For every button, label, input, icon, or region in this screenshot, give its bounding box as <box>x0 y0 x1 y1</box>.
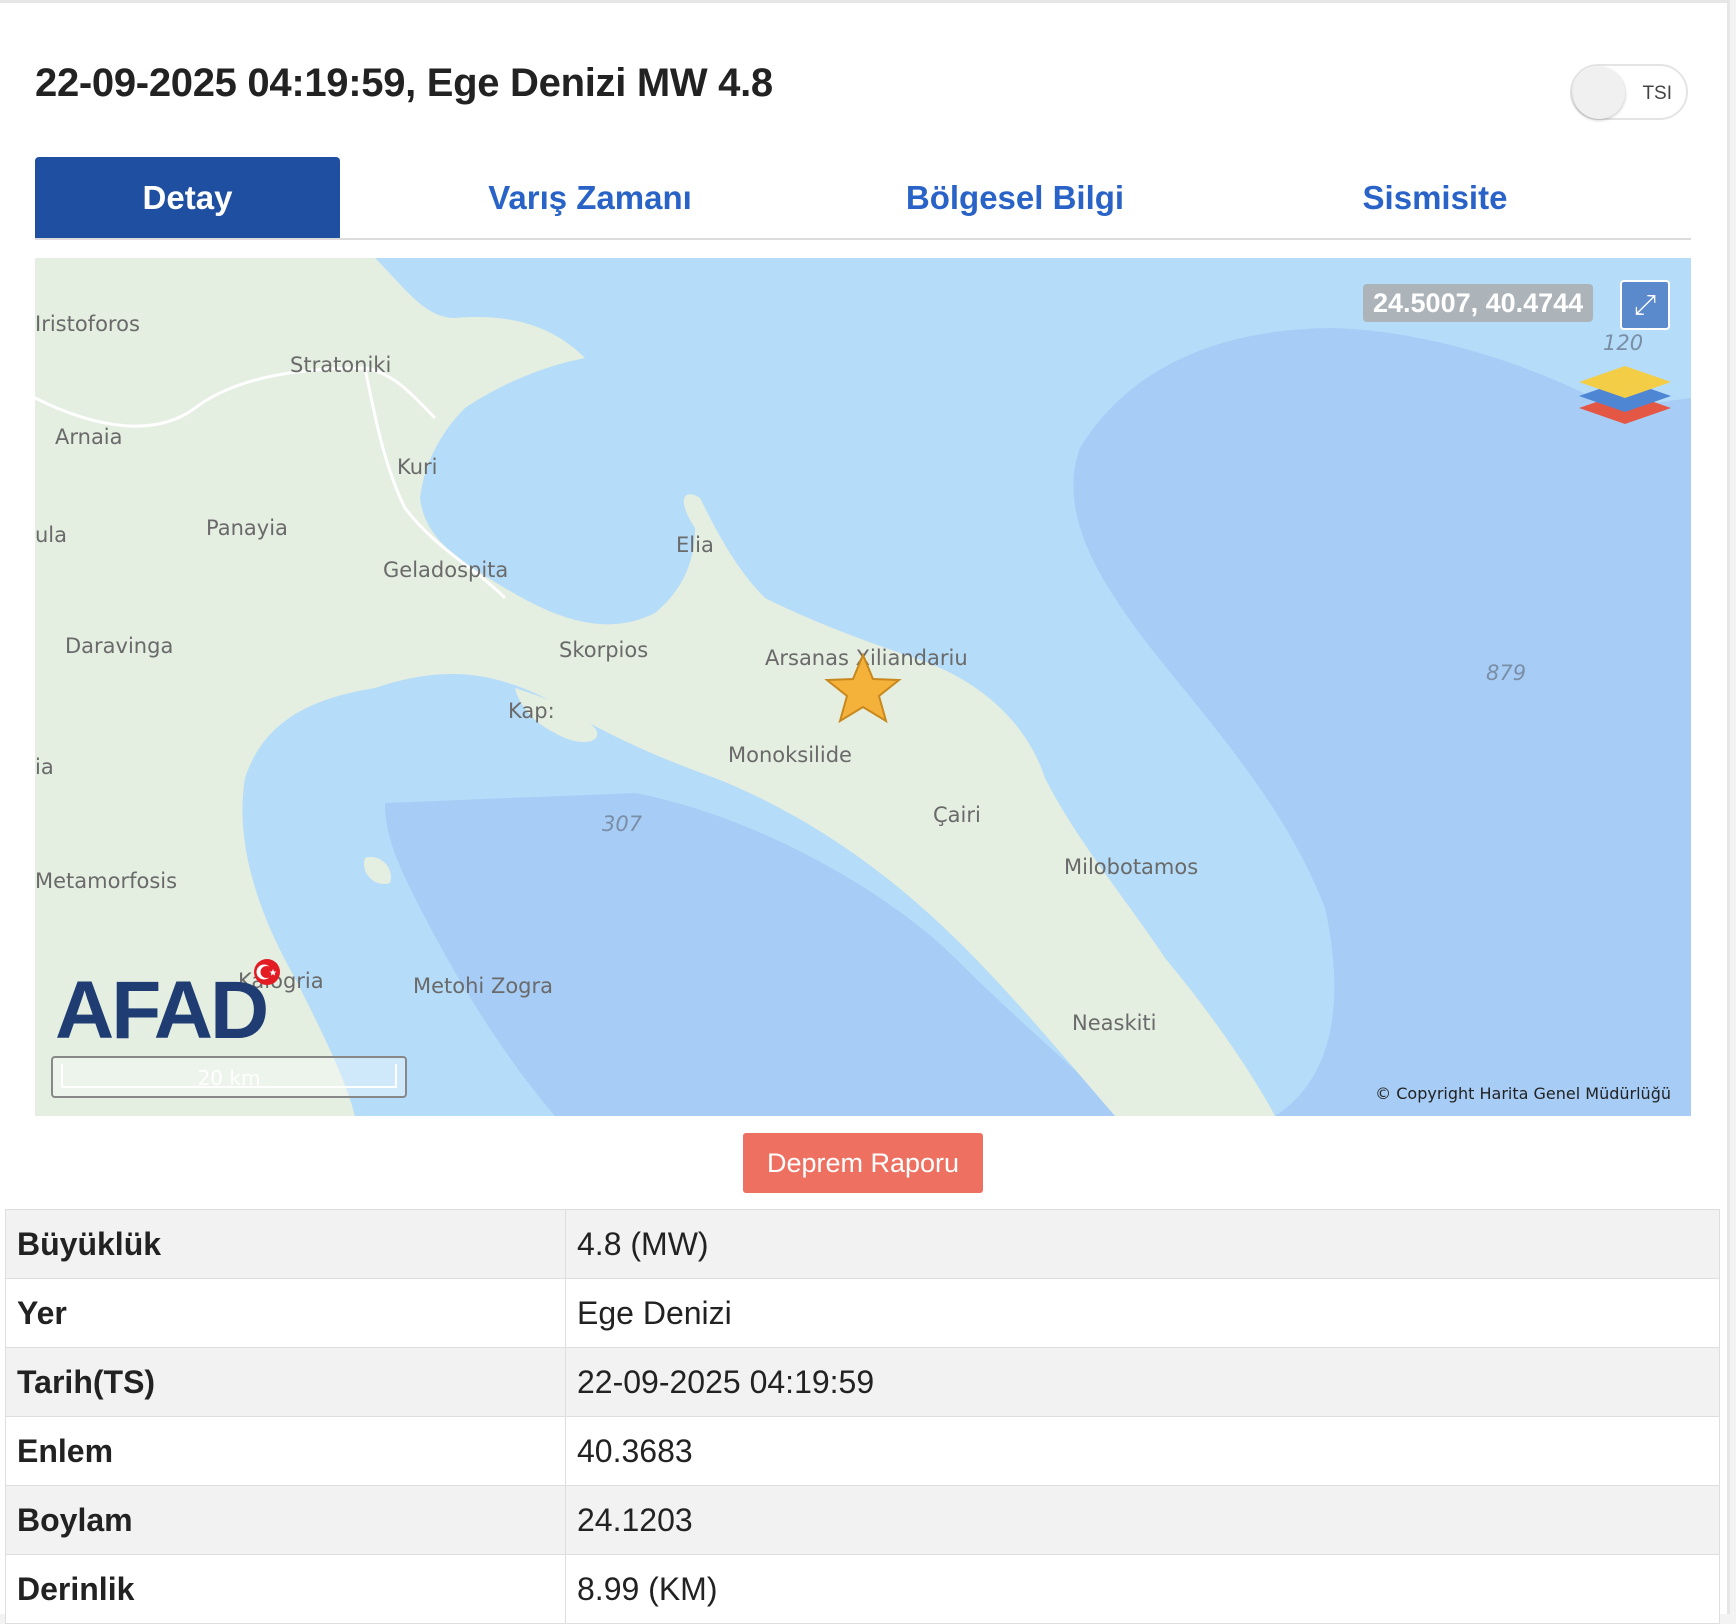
detail-value: 4.8 (MW) <box>565 1209 1720 1279</box>
detail-key: Tarih(TS) <box>5 1347 566 1417</box>
svg-text:ula: ula <box>35 523 67 547</box>
tab-detay[interactable]: Detay <box>35 157 340 238</box>
tab-varis-zamani[interactable]: Varış Zamanı <box>390 157 790 238</box>
deprem-raporu-button[interactable]: Deprem Raporu <box>743 1133 983 1193</box>
earthquake-details-table: Büyüklük 4.8 (MW) Yer Ege Denizi Tarih(T… <box>5 1209 1720 1624</box>
layers-icon[interactable] <box>1575 358 1675 428</box>
table-row: Yer Ege Denizi <box>5 1278 1720 1348</box>
svg-text:Daravinga: Daravinga <box>65 634 173 658</box>
svg-text:AFAD: AFAD <box>55 965 266 1048</box>
map-scale: 20 km <box>51 1056 407 1098</box>
table-row: Boylam 24.1203 <box>5 1485 1720 1555</box>
svg-text:879: 879 <box>1486 661 1526 685</box>
detail-value: 40.3683 <box>565 1416 1720 1486</box>
tsi-toggle[interactable]: TSI <box>1570 64 1688 120</box>
table-row: Tarih(TS) 22-09-2025 04:19:59 <box>5 1347 1720 1417</box>
svg-text:Iristoforos: Iristoforos <box>35 312 140 336</box>
svg-text:Kap:: Kap: <box>508 699 555 723</box>
svg-text:Metohi Zogra: Metohi Zogra <box>413 974 553 998</box>
table-row: Derinlik 8.99 (KM) <box>5 1554 1720 1624</box>
turkish-flag-icon <box>254 959 280 985</box>
earthquake-map[interactable]: Iristoforos Stratoniki Arnaia Kuri ula P… <box>35 258 1691 1116</box>
tab-bar: Detay Varış Zamanı Bölgesel Bilgi Sismis… <box>35 157 1691 240</box>
svg-text:Arnaia: Arnaia <box>55 425 123 449</box>
expand-icon[interactable]: ⤢ <box>1620 280 1670 330</box>
tab-bolgesel-bilgi[interactable]: Bölgesel Bilgi <box>815 157 1215 238</box>
toggle-label: TSI <box>1642 83 1672 104</box>
map-copyright: © Copyright Harita Genel Müdürlüğü <box>1375 1084 1671 1103</box>
detail-value: Ege Denizi <box>565 1278 1720 1348</box>
table-row: Büyüklük 4.8 (MW) <box>5 1209 1720 1279</box>
coordinate-readout: 24.5007, 40.4744 <box>1363 284 1594 322</box>
svg-text:Geladospita: Geladospita <box>383 558 508 582</box>
svg-text:120: 120 <box>1603 331 1643 355</box>
detail-key: Büyüklük <box>5 1209 566 1279</box>
svg-text:Metamorfosis: Metamorfosis <box>35 869 177 893</box>
toggle-knob[interactable] <box>1573 67 1625 119</box>
svg-text:Monoksilide: Monoksilide <box>728 743 852 767</box>
svg-text:Çairi: Çairi <box>933 803 981 827</box>
scale-label: 20 km <box>197 1066 261 1090</box>
svg-text:Kuri: Kuri <box>397 455 438 479</box>
earthquake-detail-card: 22-09-2025 04:19:59, Ege Denizi MW 4.8 T… <box>0 0 1730 1624</box>
detail-key: Enlem <box>5 1416 566 1486</box>
detail-key: Derinlik <box>5 1554 566 1624</box>
svg-text:ia: ia <box>35 755 54 779</box>
svg-text:Neaskiti: Neaskiti <box>1072 1011 1157 1035</box>
svg-text:Elia: Elia <box>676 533 714 557</box>
svg-text:Milobotamos: Milobotamos <box>1064 855 1198 879</box>
detail-key: Boylam <box>5 1485 566 1555</box>
detail-value: 22-09-2025 04:19:59 <box>565 1347 1720 1417</box>
table-row: Enlem 40.3683 <box>5 1416 1720 1486</box>
detail-value: 8.99 (KM) <box>565 1554 1720 1624</box>
svg-text:307: 307 <box>602 812 643 836</box>
svg-text:Panayia: Panayia <box>206 516 288 540</box>
svg-text:Stratoniki: Stratoniki <box>290 353 391 377</box>
detail-value: 24.1203 <box>565 1485 1720 1555</box>
afad-logo: AFAD <box>55 959 280 1048</box>
tab-sismisite[interactable]: Sismisite <box>1235 157 1635 238</box>
svg-text:Skorpios: Skorpios <box>559 638 648 662</box>
detail-key: Yer <box>5 1278 566 1348</box>
page-title: 22-09-2025 04:19:59, Ege Denizi MW 4.8 <box>35 61 773 105</box>
